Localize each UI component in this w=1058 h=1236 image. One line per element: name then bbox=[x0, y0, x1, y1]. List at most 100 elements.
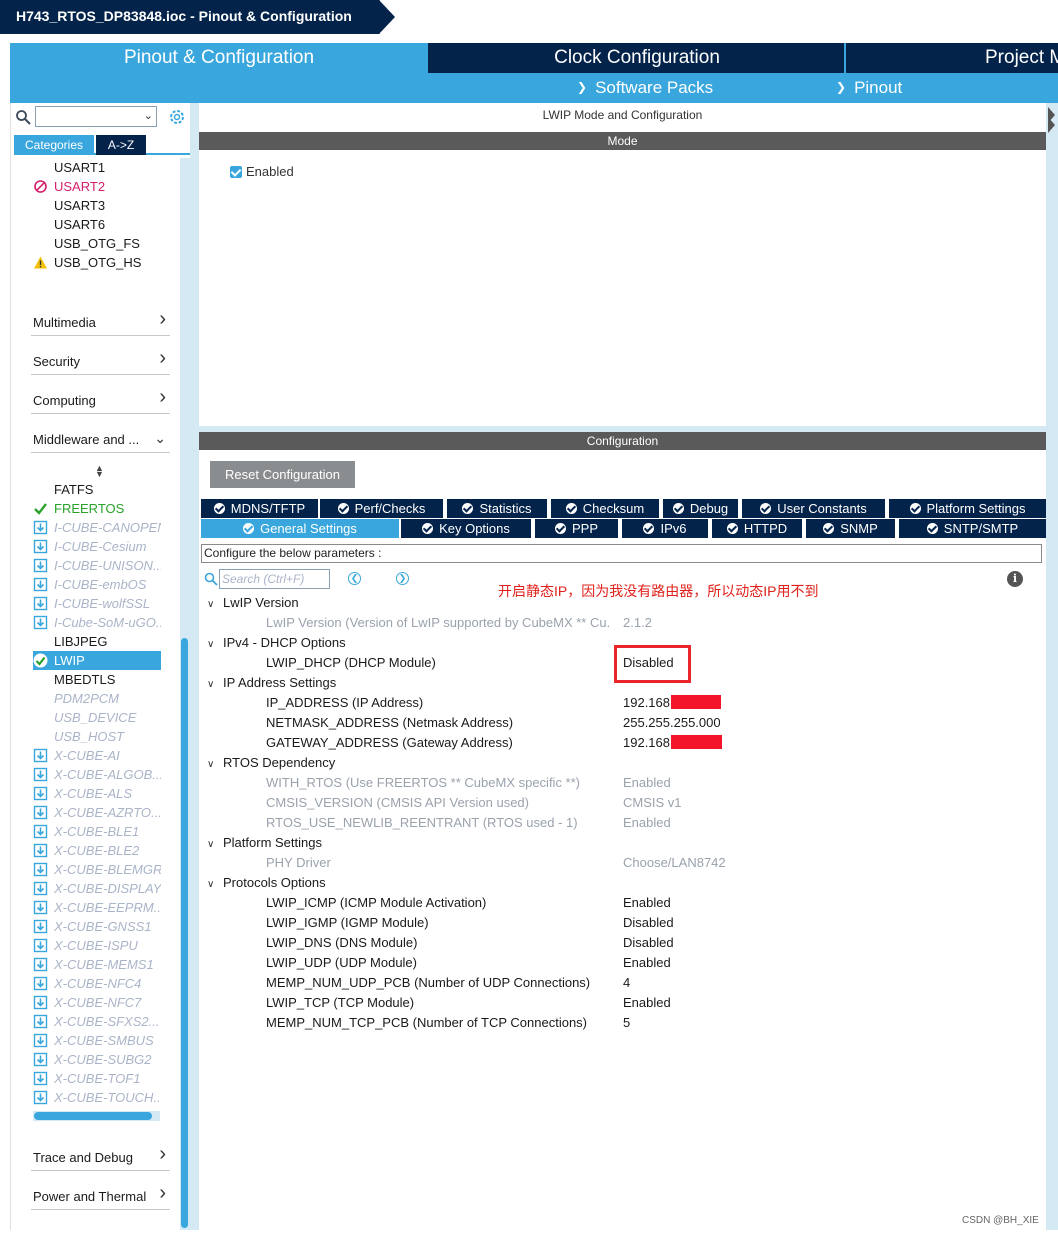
tree-item-x-cube-subg2[interactable]: X-CUBE-SUBG2 bbox=[33, 1050, 161, 1069]
tree-item-usart1[interactable]: USART1 bbox=[33, 158, 161, 177]
param-name[interactable]: MEMP_NUM_TCP_PCB (Number of TCP Connecti… bbox=[266, 1015, 587, 1030]
software-packs-menu[interactable]: ❯ Software Packs bbox=[577, 78, 713, 98]
tab-a-to-z[interactable]: A->Z bbox=[96, 135, 146, 155]
param-group-platform-settings[interactable]: ∨ Platform Settings bbox=[207, 835, 322, 850]
param-name[interactable]: PHY Driver bbox=[266, 855, 331, 870]
tab-ipv6[interactable]: IPv6 bbox=[622, 519, 708, 538]
gear-icon[interactable] bbox=[168, 108, 186, 126]
param-name[interactable]: IP_ADDRESS (IP Address) bbox=[266, 695, 423, 710]
tab-snmp[interactable]: SNMP bbox=[806, 519, 895, 538]
left-horizontal-scrollbar[interactable] bbox=[33, 1111, 160, 1121]
param-name[interactable]: LWIP_DHCP (DHCP Module) bbox=[266, 655, 436, 670]
param-group-protocols-options[interactable]: ∨ Protocols Options bbox=[207, 875, 326, 890]
category-power-and-thermal[interactable]: Power and Thermal › bbox=[31, 1182, 170, 1210]
param-value[interactable]: 5 bbox=[623, 1015, 630, 1030]
param-value[interactable]: Enabled bbox=[623, 815, 671, 830]
param-value[interactable]: Disabled bbox=[623, 915, 674, 930]
tree-item-x-cube-nfc4[interactable]: X-CUBE-NFC4 bbox=[33, 974, 161, 993]
param-group-ip-address-settings[interactable]: ∨ IP Address Settings bbox=[207, 675, 336, 690]
tree-item-libjpeg[interactable]: LIBJPEG bbox=[33, 632, 161, 651]
tab-key-options[interactable]: Key Options bbox=[401, 519, 531, 538]
tab-statistics[interactable]: Statistics bbox=[447, 499, 547, 518]
tree-item-x-cube-touch[interactable]: X-CUBE-TOUCH... bbox=[33, 1088, 161, 1107]
param-value[interactable]: 192.168 bbox=[623, 695, 670, 710]
tab-mdns-tftp[interactable]: MDNS/TFTP bbox=[201, 499, 318, 518]
param-group-rtos-dependency[interactable]: ∨ RTOS Dependency bbox=[207, 755, 335, 770]
tab-clock-configuration[interactable]: Clock Configuration bbox=[430, 43, 844, 73]
tree-item-x-cube-ai[interactable]: X-CUBE-AI bbox=[33, 746, 161, 765]
chevron-down-icon[interactable]: ⌄ bbox=[144, 109, 153, 122]
param-value[interactable]: 255.255.255.000 bbox=[623, 715, 721, 730]
tree-item-x-cube-algob[interactable]: X-CUBE-ALGOB... bbox=[33, 765, 161, 784]
tree-item-usart3[interactable]: USART3 bbox=[33, 196, 161, 215]
tree-item-usb-otg-hs[interactable]: USB_OTG_HS bbox=[33, 253, 161, 272]
tree-item-pdm2pcm[interactable]: PDM2PCM bbox=[33, 689, 161, 708]
tab-httpd[interactable]: HTTPD bbox=[712, 519, 802, 538]
param-group-ipv4-dhcp-options[interactable]: ∨ IPv4 - DHCP Options bbox=[207, 635, 346, 650]
reset-configuration-button[interactable]: Reset Configuration bbox=[210, 461, 355, 488]
param-value[interactable]: Enabled bbox=[623, 955, 671, 970]
left-vertical-scrollbar[interactable] bbox=[180, 158, 190, 1230]
scroll-thumb[interactable] bbox=[34, 1112, 152, 1120]
scroll-thumb[interactable] bbox=[181, 638, 188, 1228]
previous-match-icon[interactable]: ❮ bbox=[348, 572, 361, 585]
tree-item-usart6[interactable]: USART6 bbox=[33, 215, 161, 234]
tree-item-i-cube-wolfssl[interactable]: I-CUBE-wolfSSL bbox=[33, 594, 161, 613]
tab-sntp-smtp[interactable]: SNTP/SMTP bbox=[899, 519, 1046, 538]
param-name[interactable]: RTOS_USE_NEWLIB_REENTRANT (RTOS used - 1… bbox=[266, 815, 578, 830]
param-name[interactable]: NETMASK_ADDRESS (Netmask Address) bbox=[266, 715, 513, 730]
param-group-lwip-version[interactable]: ∨ LwIP Version bbox=[207, 595, 299, 610]
tree-item-usb-host[interactable]: USB_HOST bbox=[33, 727, 161, 746]
category-computing[interactable]: Computing › bbox=[31, 386, 170, 414]
param-value[interactable]: Enabled bbox=[623, 895, 671, 910]
param-name[interactable]: LWIP_DNS (DNS Module) bbox=[266, 935, 417, 950]
pinout-menu[interactable]: ❯ Pinout bbox=[836, 78, 902, 98]
tab-general-settings[interactable]: General Settings bbox=[201, 519, 399, 538]
param-value[interactable]: 192.168 bbox=[623, 735, 670, 750]
category-middleware-and[interactable]: Middleware and ... ⌄ bbox=[31, 425, 170, 453]
tab-checksum[interactable]: Checksum bbox=[551, 499, 659, 518]
tree-item-usart2[interactable]: USART2 bbox=[33, 177, 161, 196]
tab-project-manager[interactable]: Project M bbox=[846, 43, 1058, 73]
param-name[interactable]: LWIP_IGMP (IGMP Module) bbox=[266, 915, 429, 930]
tree-item-x-cube-sfxs2[interactable]: X-CUBE-SFXS2... bbox=[33, 1012, 161, 1031]
tree-item-x-cube-display[interactable]: X-CUBE-DISPLAY bbox=[33, 879, 161, 898]
param-name[interactable]: MEMP_NUM_UDP_PCB (Number of UDP Connecti… bbox=[266, 975, 590, 990]
parameter-search-input[interactable]: Search (Ctrl+F) bbox=[219, 569, 330, 589]
tree-item-x-cube-tof1[interactable]: X-CUBE-TOF1 bbox=[33, 1069, 161, 1088]
param-name[interactable]: LWIP_TCP (TCP Module) bbox=[266, 995, 414, 1010]
param-value[interactable]: Disabled bbox=[623, 935, 674, 950]
param-value[interactable]: CMSIS v1 bbox=[623, 795, 682, 810]
tree-item-x-cube-gnss1[interactable]: X-CUBE-GNSS1 bbox=[33, 917, 161, 936]
param-value[interactable]: Enabled bbox=[623, 995, 671, 1010]
next-match-icon[interactable]: ❯ bbox=[396, 572, 409, 585]
param-name[interactable]: WITH_RTOS (Use FREERTOS ** CubeMX specif… bbox=[266, 775, 580, 790]
tree-item-i-cube-unison[interactable]: I-CUBE-UNISON... bbox=[33, 556, 161, 575]
tree-item-freertos[interactable]: FREERTOS bbox=[33, 499, 161, 518]
tab-debug[interactable]: Debug bbox=[663, 499, 738, 518]
tree-item-i-cube-cesium[interactable]: I-CUBE-Cesium bbox=[33, 537, 161, 556]
tree-item-usb-otg-fs[interactable]: USB_OTG_FS bbox=[33, 234, 161, 253]
param-name[interactable]: CMSIS_VERSION (CMSIS API Version used) bbox=[266, 795, 529, 810]
category-trace-and-debug[interactable]: Trace and Debug › bbox=[31, 1143, 170, 1171]
param-value[interactable]: 4 bbox=[623, 975, 630, 990]
tree-item-i-cube-som-ugo[interactable]: I-Cube-SoM-uGO... bbox=[33, 613, 161, 632]
tree-item-x-cube-ble1[interactable]: X-CUBE-BLE1 bbox=[33, 822, 161, 841]
tree-item-usb-device[interactable]: USB_DEVICE bbox=[33, 708, 161, 727]
collapse-arrow-icon[interactable] bbox=[1047, 103, 1058, 133]
param-value[interactable]: 2.1.2 bbox=[623, 615, 652, 630]
param-name[interactable]: GATEWAY_ADDRESS (Gateway Address) bbox=[266, 735, 513, 750]
tab-user-constants[interactable]: User Constants bbox=[742, 499, 885, 518]
tree-item-i-cube-canopen[interactable]: I-CUBE-CANOPEN bbox=[33, 518, 161, 537]
tree-item-x-cube-ispu[interactable]: X-CUBE-ISPU bbox=[33, 936, 161, 955]
info-icon[interactable]: i bbox=[1007, 571, 1023, 587]
category-security[interactable]: Security › bbox=[31, 347, 170, 375]
tree-item-x-cube-eeprm[interactable]: X-CUBE-EEPRM... bbox=[33, 898, 161, 917]
tab-categories[interactable]: Categories bbox=[14, 135, 94, 155]
tree-item-mbedtls[interactable]: MBEDTLS bbox=[33, 670, 161, 689]
tree-item-x-cube-ble2[interactable]: X-CUBE-BLE2 bbox=[33, 841, 161, 860]
scroll-up-icon[interactable]: ▲ ▼ bbox=[95, 464, 104, 479]
right-collapse-strip[interactable] bbox=[1047, 103, 1058, 1230]
tree-item-x-cube-nfc7[interactable]: X-CUBE-NFC7 bbox=[33, 993, 161, 1012]
enabled-checkbox[interactable] bbox=[230, 166, 242, 178]
